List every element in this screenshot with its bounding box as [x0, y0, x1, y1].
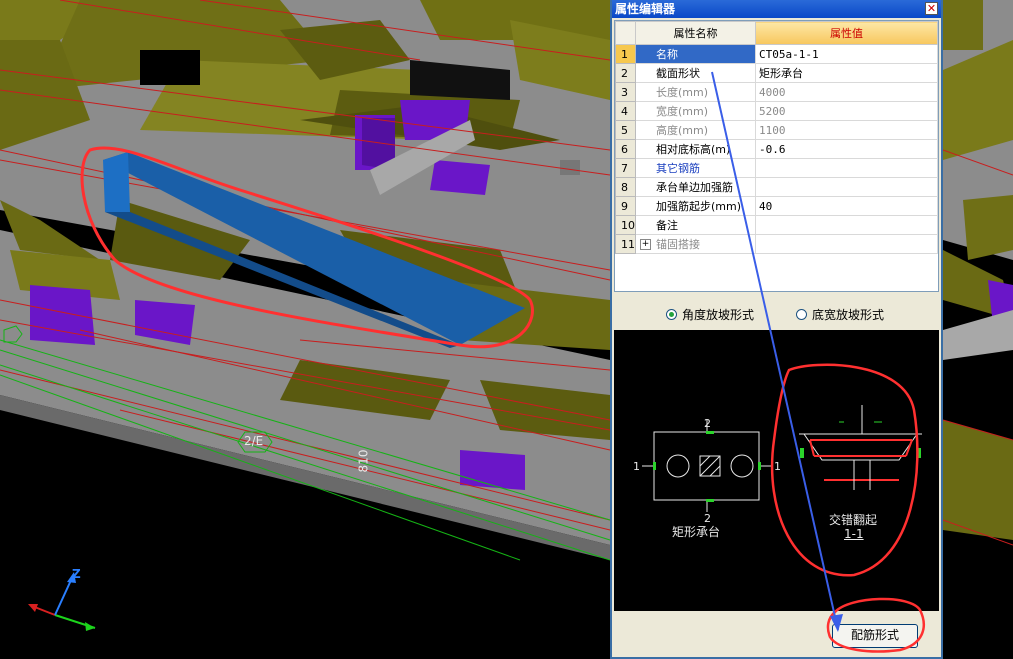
row-number: 9 [615, 196, 636, 216]
table-row[interactable]: 11 + 锚固搭接 [615, 234, 938, 254]
radio-label: 角度放坡形式 [682, 308, 755, 322]
radio-bottom-width-slope[interactable]: 底宽放坡形式 [796, 306, 884, 323]
table-row[interactable]: 9 加强筋起步(mm) 40 [615, 196, 938, 216]
row-number: 1 [615, 44, 636, 64]
property-grid: 属性名称 属性值 1 名称 CT05a-1-1 2 截面形状 矩形承台 3 长度… [614, 20, 939, 292]
property-name: + 锚固搭接 [635, 234, 756, 254]
section-label: 交错翻起 [829, 513, 878, 527]
table-row[interactable]: 4 宽度(mm) 5200 [615, 101, 938, 121]
property-name: 长度(mm) [635, 82, 756, 102]
row-number: 2 [615, 63, 636, 83]
plan-label: 矩形承台 [672, 525, 721, 539]
plan-mark-right: 1 [774, 460, 781, 473]
viewport-right-strip[interactable] [943, 0, 1013, 659]
row-number: 5 [615, 120, 636, 140]
property-value[interactable]: 5200 [755, 101, 938, 121]
row-number: 10 [615, 215, 636, 235]
table-row[interactable]: 7 其它钢筋 [615, 158, 938, 178]
property-name: 名称 [635, 44, 756, 64]
table-row[interactable]: 3 长度(mm) 4000 [615, 82, 938, 102]
table-row[interactable]: 1 名称 CT05a-1-1 [615, 44, 938, 64]
property-name: 宽度(mm) [635, 101, 756, 121]
property-editor-window: 属性编辑器 ✕ 属性名称 属性值 1 名称 CT05a-1-1 2 截面形状 矩… [610, 0, 943, 659]
row-number: 8 [615, 177, 636, 197]
property-name: 相对底标高(m) [635, 139, 756, 159]
header-name: 属性名称 [635, 21, 756, 45]
section-name: 1-1 [844, 527, 864, 541]
row-number: 7 [615, 158, 636, 178]
expand-icon[interactable]: + [640, 239, 651, 250]
plan-mark-left: 1 [633, 460, 640, 473]
radio-unchecked-icon[interactable] [796, 309, 807, 320]
property-value[interactable]: 4000 [755, 82, 938, 102]
row-number: 3 [615, 82, 636, 102]
title-bar[interactable]: 属性编辑器 ✕ [612, 0, 941, 18]
diagram-annotation [770, 363, 919, 577]
header-rownum [615, 21, 636, 45]
property-value[interactable] [755, 158, 938, 178]
property-value[interactable]: 矩形承台 [755, 63, 938, 83]
radio-label: 底宽放坡形式 [812, 308, 885, 322]
axis-label-2e: 2/E [244, 434, 264, 448]
property-value[interactable] [755, 215, 938, 235]
table-row[interactable]: 2 截面形状 矩形承台 [615, 63, 938, 83]
radio-checked-icon[interactable] [666, 309, 677, 320]
property-value[interactable] [755, 177, 938, 197]
property-value[interactable] [755, 234, 938, 254]
close-icon[interactable]: ✕ [925, 2, 938, 15]
row-number: 11 [615, 234, 636, 254]
property-name: 备注 [635, 215, 756, 235]
property-value[interactable]: -0.6 [755, 139, 938, 159]
property-value[interactable]: 1100 [755, 120, 938, 140]
property-value[interactable]: CT05a-1-1 [755, 44, 938, 64]
radio-angle-slope[interactable]: 角度放坡形式 [666, 306, 754, 323]
button-annotation [826, 597, 925, 653]
slope-mode-group: 角度放坡形式 底宽放坡形式 [614, 298, 939, 328]
table-row[interactable]: 6 相对底标高(m) -0.6 [615, 139, 938, 159]
property-name-text: 锚固搭接 [656, 238, 700, 251]
property-name: 其它钢筋 [635, 158, 756, 178]
property-name: 高度(mm) [635, 120, 756, 140]
window-title: 属性编辑器 [615, 2, 676, 16]
dimension-label: 810 [356, 449, 371, 473]
property-name: 承台单边加强筋 [635, 177, 756, 197]
table-row[interactable]: 10 备注 [615, 215, 938, 235]
table-row[interactable]: 5 高度(mm) 1100 [615, 120, 938, 140]
header-value: 属性值 [755, 21, 938, 45]
property-name: 加强筋起步(mm) [635, 196, 756, 216]
row-number: 4 [615, 101, 636, 121]
axis-z-label: Z [72, 567, 81, 581]
property-value[interactable]: 40 [755, 196, 938, 216]
row-number: 6 [615, 139, 636, 159]
table-row[interactable]: 8 承台单边加强筋 [615, 177, 938, 197]
rebar-diagram: 2 2 1 1 矩形承台 交错翻起 1-1 [614, 330, 939, 611]
plan-mark-top: 2 [704, 417, 711, 430]
property-name: 截面形状 [635, 63, 756, 83]
